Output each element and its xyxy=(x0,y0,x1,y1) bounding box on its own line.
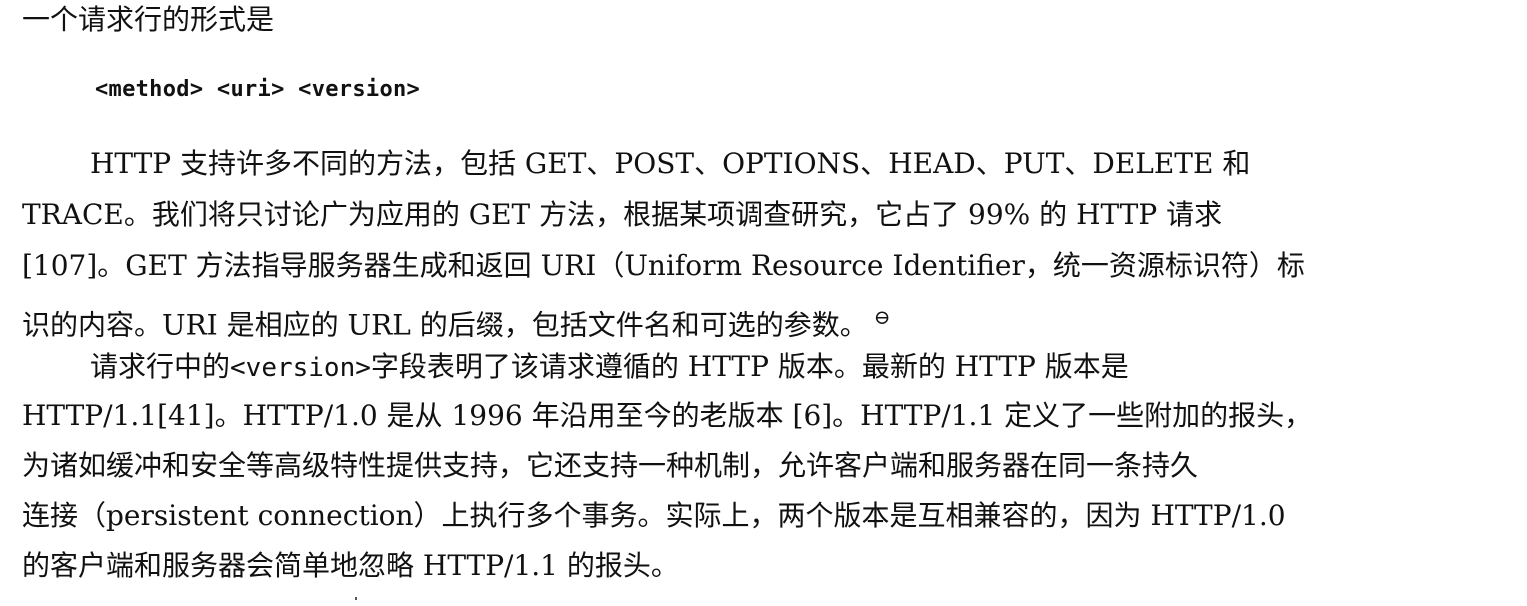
intro-heading: 一个请求行的形式是 xyxy=(22,3,275,36)
para1-line-3: [107]。GET 方法指导服务器生成和返回 URI（Uniform Resou… xyxy=(22,249,1305,282)
para2-line-1-suffix: 字段表明了该请求遵循的 HTTP 版本。最新的 HTTP 版本是 xyxy=(370,350,1129,383)
para2-line-1-prefix: 请求行中的 xyxy=(90,350,231,383)
para1-line-1: HTTP 支持许多不同的方法，包括 GET、POST、OPTIONS、HEAD、… xyxy=(90,147,1251,180)
request-line-format: <method> <uri> <version> xyxy=(95,77,421,102)
para2-line-4: 连接（persistent connection）上执行多个事务。实际上，两个版… xyxy=(22,499,1286,532)
para2-line-3: 为诸如缓冲和安全等高级特性提供支持，它还支持一种机制，允许客户端和服务器在同一条… xyxy=(22,449,1199,482)
para1-line-2: TRACE。我们将只讨论广为应用的 GET 方法，根据某项调查研究，它占了 99… xyxy=(22,198,1223,231)
document-page: 一个请求行的形式是 <method> <uri> <version> HTTP … xyxy=(0,0,1527,606)
para1-line-4: 识的内容。URI 是相应的 URL 的后缀，包括文件名和可选的参数。 ⊖ xyxy=(22,299,890,343)
para2-line-5: 的客户端和服务器会简单地忽略 HTTP/1.1 的报头。 xyxy=(22,549,679,582)
scan-speck xyxy=(355,597,357,600)
footnote-marker: ⊖ xyxy=(873,305,891,329)
version-field-code: <version> xyxy=(230,353,371,383)
para1-line-4-text: 识的内容。URI 是相应的 URL 的后缀，包括文件名和可选的参数。 xyxy=(22,308,868,342)
para2-line-1: 请求行中的<version>字段表明了该请求遵循的 HTTP 版本。最新的 HT… xyxy=(90,349,1129,386)
para2-line-2: HTTP/1.1[41]。HTTP/1.0 是从 1996 年沿用至今的老版本 … xyxy=(22,399,1313,432)
